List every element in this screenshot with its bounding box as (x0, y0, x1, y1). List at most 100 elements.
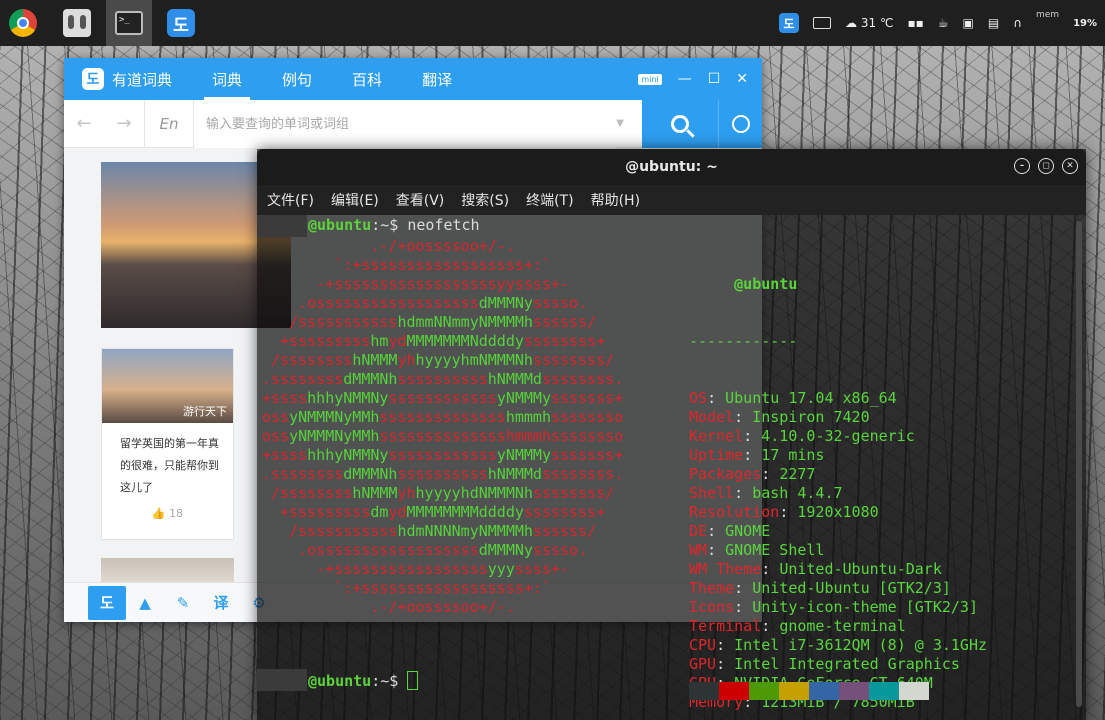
menu-terminal[interactable]: 终端(T) (526, 190, 573, 210)
translate-icon[interactable]: 译 (202, 586, 240, 620)
terminal-screen[interactable]: @ubuntu:~$ neofetch .-/+oossssoo+/-. `:+… (257, 215, 1073, 720)
art-line: .ossssssssssssssssssdMMMNysssso. (262, 294, 588, 312)
system-monitor-icon (63, 9, 91, 37)
art-line: .ssssssssdMMMNhsssssssssshNMMMdssssssss. (262, 370, 624, 388)
info-row: Resolution: 1920x1080 (689, 503, 879, 521)
info-key: WM (689, 541, 708, 559)
keyboard-icon[interactable] (813, 17, 832, 29)
article-card[interactable]: 游行天下 留学英国的第一年真的很难，只能帮你到这儿了 👍 18 (101, 348, 234, 540)
info-key: Resolution (689, 503, 780, 521)
art-line: .ossssssssssssssssssdMMMNysssso. (262, 541, 588, 559)
menu-view[interactable]: 查看(V) (396, 190, 445, 210)
info-value: 4.10.0-32-generic (761, 427, 915, 445)
terminal-menubar: 文件(F) 编辑(E) 查看(V) 搜索(S) 终端(T) 帮助(H) (257, 185, 1086, 215)
back-arrow-icon[interactable]: ← (64, 113, 104, 134)
info-key: DE (689, 522, 708, 540)
wordbook-icon[interactable]: ✎ (164, 586, 202, 620)
info-value: GNOME Shell (725, 541, 825, 559)
launcher-youdao[interactable]: 도 (158, 0, 204, 46)
info-row: Kernel: 4.10.0-32-generic (689, 427, 915, 445)
menu-file[interactable]: 文件(F) (267, 190, 314, 210)
text-cursor (407, 671, 419, 690)
mini-mode-button[interactable]: mini (638, 73, 662, 85)
weather-indicator[interactable]: ☁ 31 ℃ (845, 16, 893, 30)
clipboard-icon[interactable]: ▤ (988, 16, 999, 30)
tab-sentences[interactable]: 例句 (262, 58, 332, 100)
search-input[interactable] (194, 99, 617, 148)
article-tag: 游行天下 (183, 405, 227, 418)
terminal-scrollbar[interactable] (1076, 221, 1082, 707)
tab-encyclopedia[interactable]: 百科 (332, 58, 402, 100)
launcher-system-monitor[interactable] (54, 0, 100, 46)
info-row: DE: GNOME (689, 522, 771, 540)
active-prompt-line: @ubuntu:~$ (308, 671, 419, 691)
maximize-icon[interactable]: ☐ (708, 71, 721, 87)
palette-swatch (899, 682, 929, 700)
headphones-icon[interactable]: ∩ (1013, 16, 1022, 30)
minimize-icon[interactable]: – (1014, 158, 1030, 174)
article-card-2[interactable] (101, 558, 234, 582)
info-value: Intel Integrated Graphics (734, 655, 960, 673)
art-line: +sssshhhyNMMNyssssssssssssyNMMMysssssss+ (262, 446, 624, 464)
info-value: bash 4.4.7 (752, 484, 843, 502)
info-value: Unity-icon-theme [GTK2/3] (752, 598, 978, 616)
forward-arrow-icon[interactable]: → (104, 113, 144, 134)
info-row: OS: Ubuntu 17.04 x86_64 (689, 389, 897, 407)
info-row: WM: GNOME Shell (689, 541, 825, 559)
info-value: United-Ubuntu-Dark (779, 560, 942, 578)
art-line: `:+ssssssssssssssssss+:` (262, 579, 551, 597)
close-icon[interactable]: ✕ (1062, 158, 1078, 174)
info-row: Icons: Unity-icon-theme [GTK2/3] (689, 598, 978, 616)
web-search-button[interactable] (718, 99, 762, 148)
language-selector[interactable]: En (144, 99, 194, 148)
color-palette (689, 682, 929, 700)
launcher-terminal[interactable]: >_ (106, 0, 152, 46)
launcher-chrome[interactable] (0, 0, 46, 46)
info-key: Terminal (689, 617, 762, 635)
command-text: neofetch (407, 216, 480, 234)
art-line: /sssssssshNMMMyhhyyyyhmNMMMNhssssssss/ (262, 351, 615, 369)
info-row: CPU: Intel i7-3612QM (8) @ 3.1GHz (689, 636, 988, 654)
art-line: .-/+oossssoo+/-. (262, 598, 515, 616)
palette-swatch (809, 682, 839, 700)
tab-dictionary[interactable]: 词典 (192, 58, 262, 100)
redacted-username-2 (257, 669, 307, 691)
redacted-username (257, 215, 307, 237)
palette-swatch (779, 682, 809, 700)
close-icon[interactable]: ✕ (736, 71, 748, 87)
tab-translate[interactable]: 翻译 (402, 58, 472, 100)
art-line: +sssshhhyNMMNyssssssssssssyNMMMysssssss+ (262, 389, 624, 407)
dict-mode-icon[interactable]: 도 (88, 585, 126, 620)
art-line: /ssssssssssshdmmNNmmyNMMMMhssssss/ (262, 313, 597, 331)
system-tray: 도 ☁ 31 ℃ ▪▪ ☕ ▣ ▤ ∩ mem 19% (779, 0, 1105, 46)
search-button[interactable] (642, 99, 718, 148)
grid-icon[interactable]: ▪▪ (907, 16, 923, 30)
youdao-tray-icon[interactable]: 도 (779, 13, 800, 33)
palette-swatch (749, 682, 779, 700)
maximize-icon[interactable]: ◻ (1038, 158, 1054, 174)
info-key: Theme (689, 579, 735, 597)
weather-temp: 31 ℃ (860, 16, 894, 30)
art-line: .ssssssssdMMMNhsssssssssshNMMMdssssssss. (262, 465, 624, 483)
ubuntu-logo-art: .-/+oossssoo+/-. `:+ssssssssssssssssss+:… (262, 237, 623, 617)
menu-search[interactable]: 搜索(S) (461, 190, 509, 210)
screenshot-icon[interactable]: ▣ (963, 16, 974, 30)
image-translate-icon[interactable]: ▲ (126, 586, 164, 620)
minimize-icon[interactable]: — (678, 71, 692, 87)
info-row: Packages: 2277 (689, 465, 816, 483)
like-count[interactable]: 👍 18 (102, 507, 233, 520)
info-value: 17 mins (761, 446, 825, 464)
prompt-path: :~$ (371, 216, 408, 234)
coffee-icon[interactable]: ☕ (938, 16, 949, 30)
info-key: Icons (689, 598, 735, 616)
info-value: Ubuntu 17.04 x86_64 (725, 389, 897, 407)
info-key: Packages (689, 465, 762, 483)
menu-help[interactable]: 帮助(H) (591, 190, 640, 210)
art-line: +ssssssssshmydMMMMMMMNddddyssssssss+ (262, 332, 606, 350)
info-row: Shell: bash 4.4.7 (689, 484, 843, 502)
info-key: CPU (689, 636, 717, 654)
history-dropdown-icon[interactable]: ▼ (616, 118, 624, 129)
info-key: Kernel (689, 427, 744, 445)
info-key: Uptime (689, 446, 744, 464)
menu-edit[interactable]: 编辑(E) (331, 190, 379, 210)
